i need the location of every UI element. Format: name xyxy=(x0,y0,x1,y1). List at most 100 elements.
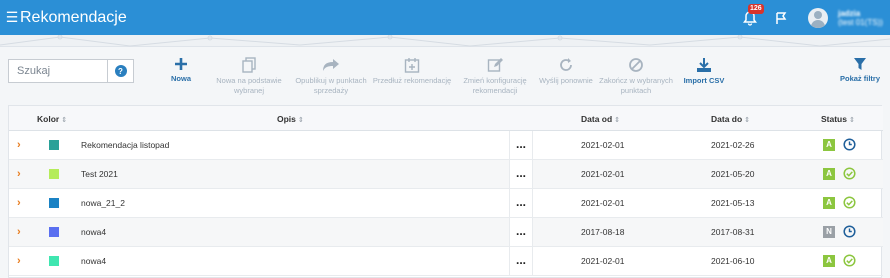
resend-button[interactable]: Wyślij ponownie xyxy=(538,57,594,86)
color-swatch xyxy=(49,256,59,266)
row-opis: nowa4 xyxy=(81,227,107,237)
row-data-do: 2017-08-31 xyxy=(711,227,755,237)
show-filters-label: Pokaż filtry xyxy=(839,74,880,83)
status-badge: A xyxy=(823,197,835,209)
import-csv-button[interactable]: Import CSV xyxy=(680,57,728,86)
table-row[interactable]: › nowa_21_2... 2021-02-01 2021-05-13 A xyxy=(9,189,883,218)
row-actions-button[interactable]: ... xyxy=(509,131,533,159)
calendar-plus-icon xyxy=(404,58,420,73)
download-icon xyxy=(697,58,711,72)
chevron-right-icon[interactable]: › xyxy=(17,226,21,238)
row-opis: Rekomendacja listopad xyxy=(81,140,170,150)
status-badge: A xyxy=(823,255,835,267)
search-help-button[interactable]: ? xyxy=(108,59,134,83)
column-status-label: Status xyxy=(821,114,847,124)
publish-label: Opublikuj w punktach sprzedaży xyxy=(295,76,367,95)
row-data-do: 2021-06-10 xyxy=(711,256,755,266)
column-status[interactable]: Status ⇕ xyxy=(821,114,855,124)
table-header: Kolor ⇕ Opis ⇕ Data od ⇕ Data do ⇕ Status ⇕ xyxy=(9,106,883,131)
notifications-button[interactable]: 126 xyxy=(742,3,764,26)
avatar[interactable] xyxy=(808,7,828,28)
help-icon: ? xyxy=(114,65,127,77)
column-opis[interactable]: Opis ⇕ xyxy=(277,114,304,124)
color-swatch xyxy=(49,140,59,150)
check-circle-icon xyxy=(843,254,856,269)
row-opis: Test 2021 xyxy=(81,169,118,179)
ban-icon xyxy=(629,58,643,72)
copy-icon xyxy=(242,57,256,73)
row-data-do: 2021-05-13 xyxy=(711,198,755,208)
sort-icon: ⇕ xyxy=(297,117,304,124)
sort-icon: ⇕ xyxy=(744,117,751,124)
table-row[interactable]: › nowa4... 2017-08-18 2017-08-31 N xyxy=(9,218,883,247)
column-data-do-label: Data do xyxy=(711,114,743,124)
chevron-right-icon[interactable]: › xyxy=(17,139,21,151)
top-bar: ☰ Rekomendacje 126 jadzia (test 01(TS)) xyxy=(0,0,890,35)
chevron-right-icon[interactable]: › xyxy=(17,197,21,209)
flag-icon xyxy=(776,11,787,24)
new-from-selected-label: Nowa na podstawie wybranej xyxy=(216,76,282,95)
change-config-label: Zmień konfigurację rekomendacji xyxy=(463,76,527,95)
chevron-right-icon[interactable]: › xyxy=(17,255,21,267)
chevron-right-icon[interactable]: › xyxy=(17,168,21,180)
status-badge: A xyxy=(823,168,835,180)
row-data-od: 2021-02-01 xyxy=(581,256,625,266)
sort-icon: ⇕ xyxy=(848,117,855,124)
column-opis-label: Opis xyxy=(277,114,296,124)
column-data-do[interactable]: Data do ⇕ xyxy=(711,114,750,124)
new-button[interactable]: Nowa xyxy=(166,57,196,84)
new-from-selected-button[interactable]: Nowa na podstawie wybranej xyxy=(210,57,288,96)
user-menu[interactable]: jadzia (test 01(TS)) xyxy=(838,9,890,27)
row-actions-button[interactable]: ... xyxy=(509,189,533,217)
recommendations-table: Kolor ⇕ Opis ⇕ Data od ⇕ Data do ⇕ Status ⇕ ›… xyxy=(8,105,883,278)
new-label: Nowa xyxy=(170,74,191,83)
change-config-button[interactable]: Zmień konfigurację rekomendacji xyxy=(458,57,532,96)
clock-icon xyxy=(843,225,856,240)
end-button[interactable]: Zakończ w wybranych punktach xyxy=(598,57,674,96)
hamburger-icon[interactable]: ☰ xyxy=(2,9,22,26)
row-data-do: 2021-02-26 xyxy=(711,140,755,150)
row-actions-button[interactable]: ... xyxy=(509,218,533,246)
sort-icon: ⇕ xyxy=(614,117,621,124)
row-data-od: 2017-08-18 xyxy=(581,227,625,237)
check-circle-icon xyxy=(843,167,856,182)
row-actions-button[interactable]: ... xyxy=(509,160,533,188)
color-swatch xyxy=(49,227,59,237)
column-data-od[interactable]: Data od ⇕ xyxy=(581,114,620,124)
extend-label: Przedłuż rekomendację xyxy=(372,76,452,85)
row-data-do: 2021-05-20 xyxy=(711,169,755,179)
extend-button[interactable]: Przedłuż rekomendację xyxy=(372,57,452,86)
main-panel: Szukaj ? Nowa Nowa na podstawie wybranej… xyxy=(0,47,890,278)
clock-icon xyxy=(843,138,856,153)
column-kolor[interactable]: Kolor ⇕ xyxy=(37,114,67,124)
edit-icon xyxy=(487,58,503,72)
check-circle-icon xyxy=(843,196,856,211)
publish-button[interactable]: Opublikuj w punktach sprzedaży xyxy=(292,57,370,96)
row-actions-button[interactable]: ... xyxy=(509,247,533,275)
row-data-od: 2021-02-01 xyxy=(581,169,625,179)
table-row[interactable]: › nowa4... 2021-02-01 2021-06-10 A xyxy=(9,247,883,276)
status-badge: A xyxy=(823,139,835,151)
refresh-icon xyxy=(560,58,572,71)
status-badge: N xyxy=(823,226,835,238)
column-kolor-label: Kolor xyxy=(37,114,60,124)
table-row[interactable]: › Test 2021... 2021-02-01 2021-05-20 A xyxy=(9,160,883,189)
row-opis: nowa_21_2 xyxy=(81,198,125,208)
sort-icon: ⇕ xyxy=(61,117,68,124)
page-title: Rekomendacje xyxy=(20,8,127,26)
user-detail: (test 01(TS)) xyxy=(838,17,883,27)
user-name: jadzia xyxy=(838,8,861,18)
column-data-od-label: Data od xyxy=(581,114,613,124)
notification-badge: 126 xyxy=(748,3,764,14)
row-opis: nowa4 xyxy=(81,256,107,266)
import-csv-label: Import CSV xyxy=(683,76,725,85)
resend-label: Wyślij ponownie xyxy=(539,76,593,85)
color-swatch xyxy=(49,198,59,208)
table-row[interactable]: › Rekomendacja listopad... 2021-02-01 2021-… xyxy=(9,131,883,160)
show-filters-button[interactable]: Pokaż filtry xyxy=(838,57,882,84)
share-icon xyxy=(323,59,339,71)
plus-icon xyxy=(175,58,187,70)
flag-button[interactable] xyxy=(774,11,788,25)
search-input[interactable]: Szukaj xyxy=(8,59,108,83)
end-label: Zakończ w wybranych punktach xyxy=(599,76,673,95)
